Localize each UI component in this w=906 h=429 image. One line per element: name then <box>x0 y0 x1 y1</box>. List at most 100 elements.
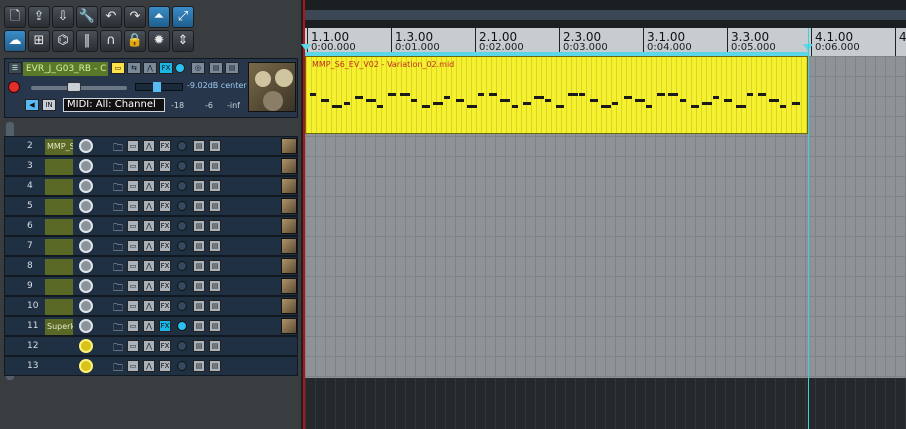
midi-note[interactable] <box>713 96 720 99</box>
folder-icon[interactable]: 🗀 <box>113 361 123 378</box>
midi-note[interactable] <box>478 93 484 96</box>
folder-knob[interactable] <box>79 339 93 353</box>
autofit-icon[interactable]: ⤢ <box>172 6 194 28</box>
midi-note[interactable] <box>590 99 598 102</box>
solo-button[interactable]: ▤ <box>209 320 221 332</box>
midi-note[interactable] <box>310 93 316 96</box>
track-row[interactable]: 5 🗀 ▭ ⋀ FX ▤ ▤ <box>4 196 298 216</box>
track-name[interactable] <box>45 239 73 255</box>
midi-note[interactable] <box>746 93 753 96</box>
volume-knob[interactable] <box>79 279 93 293</box>
track-name[interactable] <box>45 279 73 295</box>
midi-note[interactable] <box>422 105 430 108</box>
grid-icon[interactable]: ⊞ <box>28 30 50 52</box>
master-track-name[interactable]: EVR_J_G03_RB - C <box>23 62 108 76</box>
fx-button[interactable]: FX <box>159 220 171 232</box>
solo-button[interactable]: ▤ <box>209 340 221 352</box>
io-button[interactable]: ▭ <box>127 200 139 212</box>
midi-note[interactable] <box>522 102 531 105</box>
explode-icon[interactable]: ✹ <box>148 30 170 52</box>
wrench-icon[interactable]: 🔧 <box>76 6 98 28</box>
volume-knob[interactable] <box>79 139 93 153</box>
volume-knob[interactable] <box>79 219 93 233</box>
phase-button[interactable]: ◎ <box>191 62 205 74</box>
mute-button[interactable]: ▤ <box>193 280 205 292</box>
fx-button[interactable]: FX <box>159 360 171 372</box>
empty-area[interactable] <box>305 378 906 429</box>
io-button[interactable]: ▭ <box>127 300 139 312</box>
midi-note[interactable] <box>780 105 787 108</box>
io-button[interactable]: ▭ <box>127 260 139 272</box>
mute-button[interactable]: ▤ <box>193 180 205 192</box>
solo-button[interactable]: ▤ <box>209 200 221 212</box>
midi-note[interactable] <box>578 93 585 96</box>
mute-button[interactable]: ▤ <box>193 140 205 152</box>
track-name[interactable] <box>45 299 73 315</box>
track-name[interactable]: MMP_S <box>45 139 73 155</box>
io-button[interactable]: ▭ <box>127 340 139 352</box>
solo-button[interactable]: ▤ <box>209 360 221 372</box>
track-name[interactable] <box>45 179 73 195</box>
rec-monitor-button[interactable] <box>177 201 187 211</box>
env-button[interactable]: ⋀ <box>143 360 155 372</box>
track-row[interactable]: 12 🗀 ▭ ⋀ FX ▤ ▤ <box>4 336 298 356</box>
midi-note[interactable] <box>455 99 464 102</box>
midi-note[interactable] <box>601 105 612 108</box>
midi-note[interactable] <box>668 93 679 96</box>
rec-monitor-button[interactable] <box>177 161 187 171</box>
fx-button[interactable]: FX <box>159 62 173 74</box>
fx-button[interactable]: FX <box>159 240 171 252</box>
updown-icon[interactable]: ⇕ <box>172 30 194 52</box>
mute-button[interactable]: ▤ <box>193 160 205 172</box>
new-file-icon[interactable]: 🗋 <box>4 6 26 28</box>
midi-note[interactable] <box>399 93 410 96</box>
midi-note[interactable] <box>556 105 565 108</box>
track-name[interactable] <box>45 259 73 275</box>
track-row[interactable]: 10 🗀 ▭ ⋀ FX ▤ ▤ <box>4 296 298 316</box>
solo-button[interactable]: ▤ <box>209 280 221 292</box>
master-track[interactable]: ☰ EVR_J_G03_RB - C ▭ ⇆ ⋀ FX ◎ ▤ ▤ -9.02d… <box>4 58 298 118</box>
midi-note[interactable] <box>354 96 363 99</box>
mute-button[interactable]: ▤ <box>193 200 205 212</box>
rec-monitor-button[interactable] <box>177 221 187 231</box>
solo-button[interactable]: ▤ <box>209 220 221 232</box>
metronome-icon[interactable]: ⏶ <box>148 6 170 28</box>
midi-note[interactable] <box>679 99 686 102</box>
rec-monitor-button[interactable] <box>177 321 187 331</box>
download-icon[interactable]: ⇩ <box>52 6 74 28</box>
snap-icon[interactable]: ⌬ <box>52 30 74 52</box>
fx-button[interactable]: FX <box>159 180 171 192</box>
rec-monitor-button[interactable] <box>177 181 187 191</box>
rec-mon-button[interactable] <box>175 63 185 73</box>
volume-fader-knob[interactable] <box>67 82 81 92</box>
track-row[interactable]: 2 MMP_S 🗀 ▭ ⋀ FX ▤ ▤ <box>4 136 298 156</box>
midi-note[interactable] <box>500 99 511 102</box>
fx-button[interactable]: FX <box>159 340 171 352</box>
env-button[interactable]: ⋀ <box>143 180 155 192</box>
io-button[interactable]: ▭ <box>127 160 139 172</box>
midi-note[interactable] <box>634 99 645 102</box>
midi-note[interactable] <box>489 93 498 96</box>
env-button[interactable]: ⋀ <box>143 160 155 172</box>
midi-note[interactable] <box>466 105 477 108</box>
io-button[interactable]: ▭ <box>127 180 139 192</box>
rec-monitor-button[interactable] <box>177 261 187 271</box>
env-button[interactable]: ⋀ <box>143 320 155 332</box>
midi-note[interactable] <box>567 93 578 96</box>
rec-monitor-button[interactable] <box>177 301 187 311</box>
solo-button[interactable]: ▤ <box>209 160 221 172</box>
midi-note[interactable] <box>646 105 652 108</box>
track-row[interactable]: 13 🗀 ▭ ⋀ FX ▤ ▤ <box>4 356 298 376</box>
solo-button[interactable]: ▤ <box>209 300 221 312</box>
midi-note[interactable] <box>410 99 417 102</box>
env-button[interactable]: ⋀ <box>143 140 155 152</box>
fx-button[interactable]: FX <box>159 280 171 292</box>
midi-note[interactable] <box>623 96 632 99</box>
env-button[interactable]: ⋀ <box>143 300 155 312</box>
env-button[interactable]: ⋀ <box>143 240 155 252</box>
midi-note[interactable] <box>511 105 518 108</box>
midi-clip[interactable]: MMP_S6_EV_V02 - Variation_02.mid <box>305 56 808 134</box>
midi-note[interactable] <box>724 99 733 102</box>
mute-button[interactable]: ▤ <box>209 62 223 74</box>
midi-input-select[interactable]: MIDI: All: Channel <box>63 98 165 112</box>
